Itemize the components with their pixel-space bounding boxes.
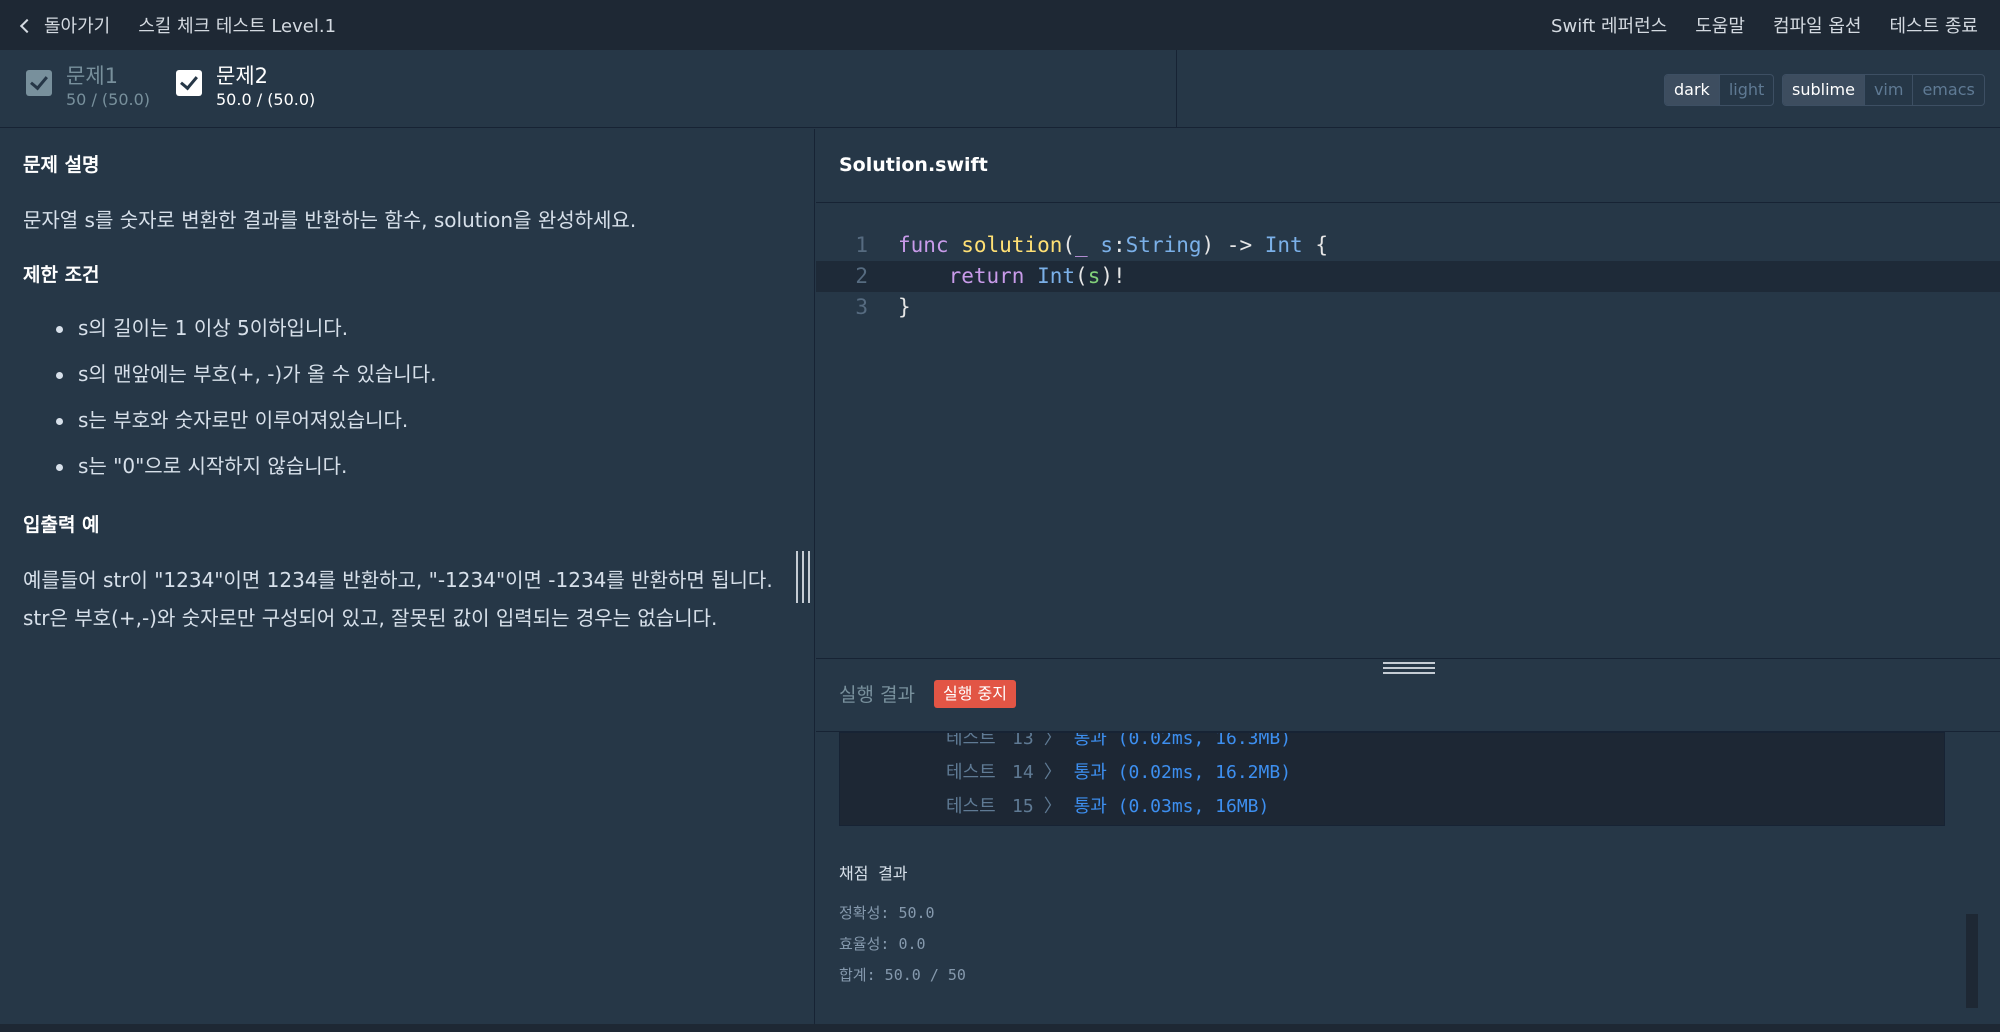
compile-options-link[interactable]: 컴파일 옵션 xyxy=(1773,12,1862,38)
description-text: 문자열 s를 숫자로 변환한 결과를 반환하는 함수, solution을 완성… xyxy=(23,208,637,232)
chevron-right-icon: 〉 xyxy=(1043,732,1062,749)
bottom-strip xyxy=(0,1024,2000,1032)
test-row: 테스트 15 〉 통과 (0.03ms, 16MB) xyxy=(946,796,1270,817)
checkbox-checked-icon xyxy=(26,70,52,96)
chevron-right-icon: 〉 xyxy=(1043,762,1062,783)
theme-toggle: dark light xyxy=(1664,74,1775,106)
grading-efficiency: 효율성: 0.0 xyxy=(839,935,926,953)
constraints-list: s의 길이는 1 이상 5이하입니다. s의 맨앞에는 부호(+, -)가 올 … xyxy=(23,305,791,489)
result-header: 실행 결과 실행 중지 xyxy=(816,658,2000,732)
editor-vim-option[interactable]: vim xyxy=(1863,75,1913,105)
top-nav-links: Swift 레퍼런스 도움말 컴파일 옵션 테스트 종료 xyxy=(1551,12,1978,38)
constraints-section: 제한 조건 s의 길이는 1 이상 5이하입니다. s의 맨앞에는 부호(+, … xyxy=(23,261,791,489)
example-text-1: 예를들어 str이 "1234"이면 1234를 반환하고, "-1234"이면… xyxy=(23,568,773,592)
grading-title: 채점 결과 xyxy=(839,864,908,883)
swift-reference-link[interactable]: Swift 레퍼런스 xyxy=(1551,12,1667,38)
test-row: 테스트 13 〉 통과 (0.02ms, 16.3MB) xyxy=(946,732,1291,751)
editor-header: Solution.swift xyxy=(816,129,2000,203)
page-title: 스킬 체크 테스트 Level.1 xyxy=(138,16,337,37)
line-number: 1 xyxy=(855,233,868,257)
chevron-right-icon: 〉 xyxy=(1043,796,1062,817)
description-section: 문제 설명 문자열 s를 숫자로 변환한 결과를 반환하는 함수, soluti… xyxy=(23,151,791,239)
problem-tab-name: 문제1 xyxy=(66,64,119,88)
grading-result: 채점 결과 정확성: 50.0 효율성: 0.0 합계: 50.0 / 50 xyxy=(839,862,966,991)
grading-accuracy: 정확성: 50.0 xyxy=(839,904,935,922)
example-heading: 입출력 예 xyxy=(23,514,100,536)
constraints-heading: 제한 조건 xyxy=(23,264,100,286)
result-body: 테스트 13 〉 통과 (0.02ms, 16.3MB) 테스트 14 〉 통과 (0.02… xyxy=(816,732,2000,1024)
top-nav-left: 돌아가기 스킬 체크 테스트 Level.1 xyxy=(19,12,337,38)
line-number: 3 xyxy=(855,295,868,319)
chevron-left-icon xyxy=(19,18,35,33)
code-line: 1 func solution(_ s:String) -> Int { xyxy=(816,230,2000,261)
test-row: 테스트 14 〉 통과 (0.02ms, 16.2MB) xyxy=(946,762,1292,783)
list-item: s는 부호와 숫자로만 이루어져있습니다. xyxy=(56,397,791,443)
example-text-2: str은 부호(+,-)와 숫자로만 구성되어 있고, 잘못된 값이 입력되는 … xyxy=(23,606,718,630)
horizontal-resize-handle[interactable] xyxy=(1383,662,1435,674)
code-text: return Int(s)! xyxy=(948,264,1126,288)
help-link[interactable]: 도움말 xyxy=(1695,12,1745,38)
test-results-box[interactable]: 테스트 13 〉 통과 (0.02ms, 16.3MB) 테스트 14 〉 통과 (0.02… xyxy=(839,732,1945,826)
problem-tab-name: 문제2 xyxy=(216,64,269,88)
list-item: s는 "0"으로 시작하지 않습니다. xyxy=(56,443,791,489)
editor-mode-toggle: sublime vim emacs xyxy=(1782,74,1985,106)
list-item: s의 길이는 1 이상 5이하입니다. xyxy=(56,305,791,351)
problem-tab-text: 문제1 50 / (50.0) xyxy=(66,62,150,110)
stop-execution-button[interactable]: 실행 중지 xyxy=(934,680,1016,708)
problem-tab-score: 50.0 / (50.0) xyxy=(216,90,316,109)
editor-sublime-option[interactable]: sublime xyxy=(1783,75,1864,105)
editor-filename: Solution.swift xyxy=(839,154,988,176)
problem-tab-1[interactable]: 문제1 50 / (50.0) xyxy=(26,62,150,110)
problem-tabs-bar: 문제1 50 / (50.0) 문제2 50.0 / (50.0) dark l… xyxy=(0,50,2000,128)
editor-emacs-option[interactable]: emacs xyxy=(1912,75,1983,105)
tabs-divider xyxy=(1176,50,1177,128)
top-nav: 돌아가기 스킬 체크 테스트 Level.1 Swift 레퍼런스 도움말 컴파… xyxy=(0,0,2000,50)
problem-description-panel: 문제 설명 문자열 s를 숫자로 변환한 결과를 반환하는 함수, soluti… xyxy=(0,129,815,1024)
checkbox-checked-icon xyxy=(176,70,202,96)
theme-light-option[interactable]: light xyxy=(1718,75,1773,105)
problem-tab-text: 문제2 50.0 / (50.0) xyxy=(216,62,315,110)
code-text: } xyxy=(898,295,911,319)
problem-tab-score: 50 / (50.0) xyxy=(66,90,151,109)
grading-total: 합계: 50.0 / 50 xyxy=(839,966,966,984)
problem-tab-2[interactable]: 문제2 50.0 / (50.0) xyxy=(176,62,315,110)
description-heading: 문제 설명 xyxy=(23,154,100,176)
theme-dark-option[interactable]: dark xyxy=(1665,75,1719,105)
list-item: s의 맨앞에는 부호(+, -)가 올 수 있습니다. xyxy=(56,351,791,397)
vertical-resize-handle[interactable] xyxy=(796,551,810,603)
code-editor[interactable]: 1 func solution(_ s:String) -> Int { 2 r… xyxy=(816,204,2000,658)
end-test-link[interactable]: 테스트 종료 xyxy=(1889,12,1978,38)
code-text: func solution(_ s:String) -> Int { xyxy=(898,233,1328,257)
result-scrollbar[interactable] xyxy=(1966,914,1978,1008)
code-line: 3 } xyxy=(816,292,2000,323)
back-button[interactable]: 돌아가기 xyxy=(19,12,111,38)
example-section: 입출력 예 예를들어 str이 "1234"이면 1234를 반환하고, "-1… xyxy=(23,511,791,637)
code-line-current: 2 return Int(s)! xyxy=(816,261,2000,292)
back-label: 돌아가기 xyxy=(44,16,111,37)
line-number: 2 xyxy=(855,264,868,288)
result-title: 실행 결과 xyxy=(839,684,915,706)
